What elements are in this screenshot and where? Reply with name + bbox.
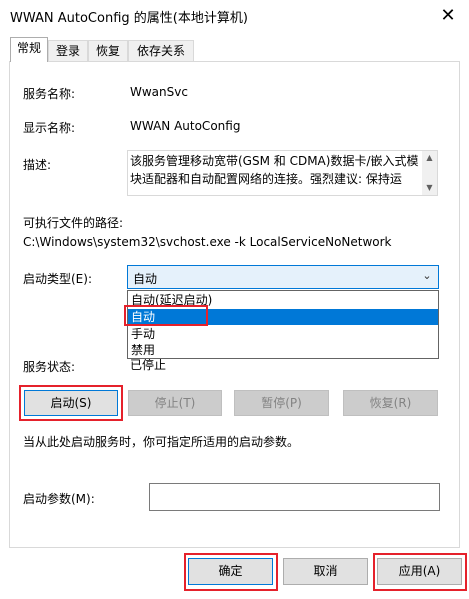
stop-button[interactable]: 停止(T) [128,390,222,416]
startup-type-label: 启动类型(E): [23,272,92,286]
start-params-hint: 当从此处启动服务时，你可指定所适用的启动参数。 [23,435,300,449]
tab-recovery[interactable]: 恢复 [88,40,128,61]
scroll-up-icon[interactable]: ▲ [422,151,437,165]
close-icon[interactable]: ✕ [436,4,460,28]
description-text: 该服务管理移动宽带(GSM 和 CDMA)数据卡/嵌入式模块适配器和自动配置网络… [130,154,419,186]
startup-option-auto-delayed[interactable]: 自动(延迟启动) [128,292,438,308]
tab-general[interactable]: 常规 [10,37,48,62]
scroll-down-icon[interactable]: ▼ [422,181,437,195]
service-name-value: WwanSvc [130,85,188,99]
start-params-label: 启动参数(M): [23,492,95,506]
cancel-button[interactable]: 取消 [283,558,368,585]
ok-button[interactable]: 确定 [188,558,273,585]
apply-button[interactable]: 应用(A) [377,558,462,585]
startup-type-value: 自动 [133,272,158,286]
display-name-value: WWAN AutoConfig [130,119,241,133]
startup-option-disabled[interactable]: 禁用 [128,342,438,358]
tab-logon[interactable]: 登录 [48,40,88,61]
service-name-label: 服务名称: [23,87,76,101]
startup-type-select[interactable]: 自动 ⌄ [127,265,439,289]
resume-button[interactable]: 恢复(R) [343,390,438,416]
exe-path-label: 可执行文件的路径: [23,216,124,230]
description-scrollbar[interactable]: ▲ ▼ [422,151,437,195]
tab-dependencies[interactable]: 依存关系 [128,40,194,61]
service-status-label: 服务状态: [23,360,76,374]
description-label: 描述: [23,158,52,172]
start-params-input[interactable] [149,483,440,511]
exe-path-value: C:\Windows\system32\svchost.exe -k Local… [23,235,392,249]
pause-button[interactable]: 暂停(P) [234,390,329,416]
startup-option-auto[interactable]: 自动 [128,309,438,325]
startup-option-manual[interactable]: 手动 [128,326,438,342]
window-title: WWAN AutoConfig 的属性(本地计算机) [10,11,248,26]
start-button[interactable]: 启动(S) [24,390,118,416]
startup-type-dropdown[interactable]: 自动(延迟启动) 自动 手动 禁用 [127,290,439,359]
chevron-down-icon[interactable]: ⌄ [420,269,434,283]
display-name-label: 显示名称: [23,121,76,135]
